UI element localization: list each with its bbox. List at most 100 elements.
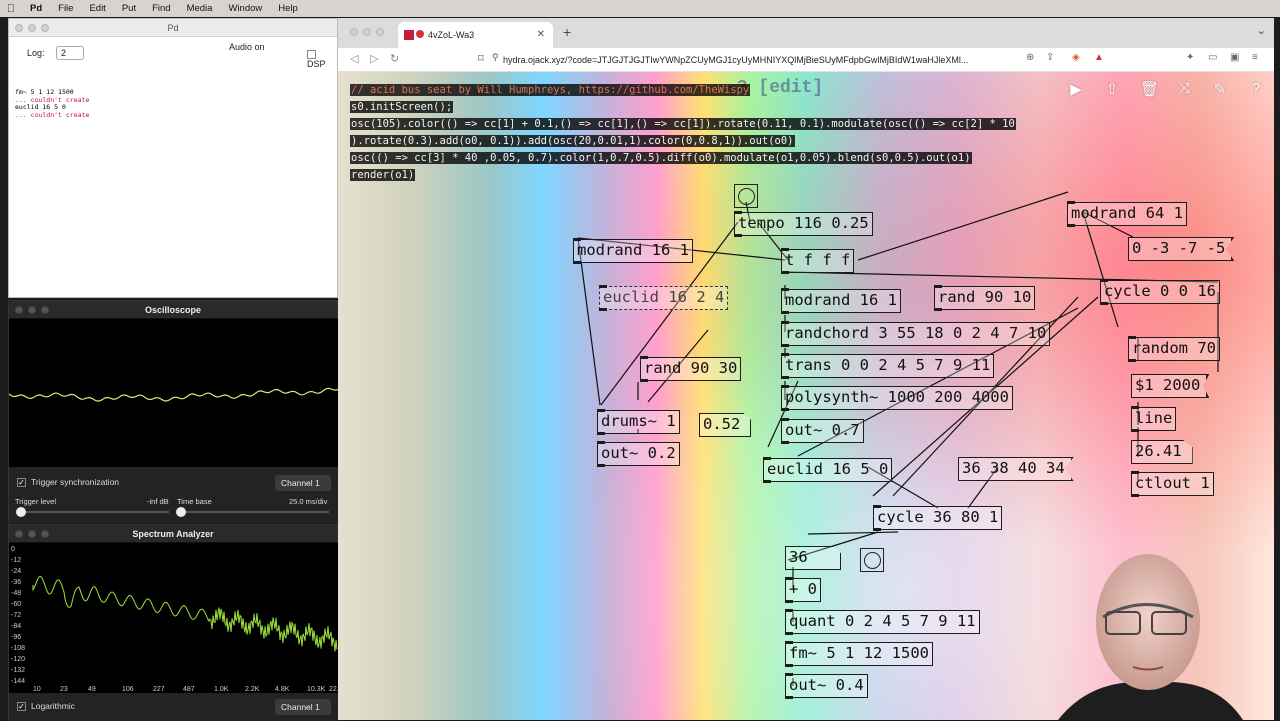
pd-object-randchord[interactable]: randchord 3 55 18 0 2 4 7 10 (781, 321, 1051, 347)
oscilloscope-titlebar: Oscilloscope (9, 301, 337, 319)
spectrum-y-tick: -120 (11, 656, 25, 663)
pd-object-out-07[interactable]: out~ 0.7 (781, 418, 864, 444)
browser-window: 4vZoL-Wa3 ✕ + ⌄ ◁ ▷ ↻ ⌑ ⚲ hydra.ojack.xy… (338, 18, 1274, 720)
pd-object-cycle-36[interactable]: cycle 36 80 1 (873, 505, 1003, 531)
trigger-level-slider[interactable] (19, 511, 169, 513)
bookmark-icon[interactable]: ⌑ (478, 52, 484, 65)
address-bar[interactable]: hydra.ojack.xyz/?code=JTJGJTJGJTIwYWNpZC… (503, 52, 1028, 68)
menu-help[interactable]: Help (270, 3, 306, 14)
dsp-checkbox[interactable]: ✓ (307, 50, 316, 59)
reload-icon[interactable]: ↻ (390, 52, 399, 65)
dsp-toggle[interactable]: ✓ DSP (307, 49, 337, 69)
bang-button[interactable] (734, 184, 758, 208)
menu-find[interactable]: Find (144, 3, 178, 14)
pd-object-trans[interactable]: trans 0 0 2 4 5 7 9 11 (781, 353, 995, 379)
window-controls[interactable] (350, 28, 384, 36)
pd-window-title: Pd (167, 23, 179, 33)
tab-list-chevron-icon[interactable]: ⌄ (1257, 24, 1266, 37)
pd-message-notes[interactable]: 36 38 40 34 (958, 457, 1074, 481)
trigger-level-value: -inf dB (147, 497, 169, 506)
pd-object-euclid-16-5-0[interactable]: euclid 16 5 0 (763, 457, 893, 483)
spectrum-channel-select[interactable]: Channel 1 (275, 699, 331, 715)
window-controls[interactable] (15, 530, 49, 538)
pd-object-line[interactable]: line (1131, 406, 1177, 432)
pd-controls: Log: 2 Audio on ✓ DSP (9, 37, 337, 75)
pd-object-modrand-64[interactable]: modrand 64 1 (1067, 201, 1187, 227)
pd-message-chord[interactable]: 0 -3 -7 -5 (1128, 237, 1235, 261)
pd-object-modrand-16[interactable]: modrand 16 1 (573, 238, 693, 264)
menu-window[interactable]: Window (220, 3, 270, 14)
sidebar-icon[interactable]: ▭ (1208, 52, 1217, 63)
pd-object-polysynth[interactable]: polysynth~ 1000 200 4000 (781, 385, 1013, 411)
logarithmic-label: Logarithmic (31, 701, 75, 711)
pd-object-rand-90-10[interactable]: rand 90 10 (934, 285, 1036, 311)
pd-message-ramp[interactable]: $1 2000 (1131, 374, 1210, 398)
pd-object-rand-90-30[interactable]: rand 90 30 (640, 356, 742, 382)
spectrum-controls: ✓ Logarithmic Channel 1 (9, 693, 339, 721)
zoom-icon[interactable]: ⊕ (1026, 52, 1034, 63)
bang-button-2[interactable] (860, 548, 884, 572)
pd-object-random-70[interactable]: random 70 (1128, 336, 1220, 362)
site-info-icon[interactable]: ⚲ (492, 52, 499, 63)
close-tab-icon[interactable]: ✕ (537, 22, 545, 48)
menu-media[interactable]: Media (179, 3, 221, 14)
pd-object-cycle-0-0-16[interactable]: cycle 0 0 16 (1100, 279, 1220, 305)
spectrum-y-tick: -48 (11, 590, 21, 597)
webcam-person-image (1058, 554, 1243, 720)
hydra-canvas[interactable]: -3 [edit] ▶ ⇧ 🗑 ⤨ ✎ ? // acid bus seat b… (338, 72, 1274, 720)
spectrum-y-tick: -72 (11, 612, 21, 619)
pd-object-ctlout[interactable]: ctlout 1 (1131, 471, 1214, 497)
share-icon[interactable]: ⇪ (1046, 52, 1054, 63)
scope-channel-select[interactable]: Channel 1 (275, 475, 331, 491)
wallet-icon[interactable]: ▣ (1230, 52, 1239, 63)
time-base-knob[interactable] (176, 507, 186, 517)
back-icon[interactable]: ◁ (350, 52, 358, 65)
pd-object-modrand-16-b[interactable]: modrand 16 1 (781, 288, 901, 314)
brave-shield-icon[interactable]: ◈ (1072, 52, 1080, 63)
navigation-bar: ◁ ▷ ↻ ⌑ ⚲ hydra.ojack.xyz/?code=JTJGJTJG… (338, 48, 1274, 72)
pd-object-out-02[interactable]: out~ 0.2 (597, 441, 680, 467)
pd-number-36[interactable]: 36 (785, 546, 841, 570)
browser-tab[interactable]: 4vZoL-Wa3 ✕ (398, 22, 553, 48)
log-label: Log: (27, 48, 45, 58)
pd-object-tempo[interactable]: tempo 116 0.25 (734, 211, 873, 237)
spectrum-titlebar: Spectrum Analyzer (9, 525, 337, 543)
spectrum-y-tick: -24 (11, 568, 21, 575)
forward-icon[interactable]: ▷ (370, 52, 378, 65)
menu-edit[interactable]: Edit (81, 3, 113, 14)
trigger-level-knob[interactable] (16, 507, 26, 517)
new-tab-button[interactable]: + (563, 24, 571, 40)
window-controls[interactable] (15, 24, 49, 32)
time-base-slider[interactable] (179, 511, 329, 513)
pd-number-2641[interactable]: 26.41 (1131, 440, 1193, 464)
pd-object-plus[interactable]: + 0 (785, 577, 821, 603)
brave-rewards-icon[interactable]: ▲ (1094, 52, 1104, 63)
spectrum-svg: 0 -12 -24 -36 -48 -60 -72 -84 -96 -108 -120 -132 -14… (11, 546, 348, 693)
menu-put[interactable]: Put (114, 3, 144, 14)
trigger-sync-checkbox[interactable]: ✓ (17, 477, 26, 487)
pd-object-quant[interactable]: quant 0 2 4 5 7 9 11 (785, 609, 980, 635)
spectrum-trace (32, 575, 338, 652)
window-controls[interactable] (15, 306, 49, 314)
pd-object-euclid-broken[interactable]: euclid 16 2 4 (599, 285, 729, 311)
menu-app[interactable]: Pd (22, 3, 50, 14)
oscilloscope-window: Oscilloscope ✓ Trigger synchronization C… (8, 300, 340, 523)
dsp-label: DSP (307, 59, 326, 69)
menu-icon[interactable]: ≡ (1252, 52, 1258, 63)
pd-object-fm[interactable]: fm~ 5 1 12 1500 (785, 641, 933, 667)
pd-object-trigger[interactable]: t f f f (781, 248, 855, 274)
logarithmic-checkbox[interactable]: ✓ (17, 701, 26, 711)
spectrum-x-tick: 49 (88, 686, 96, 693)
menu-file[interactable]: File (50, 3, 81, 14)
extensions-icon[interactable]: ✦ (1186, 52, 1194, 63)
spectrum-x-tick: 23 (60, 686, 68, 693)
spectrum-y-tick: -60 (11, 601, 21, 608)
spectrum-y-tick: -36 (11, 579, 21, 586)
pd-object-drums[interactable]: drums~ 1 (597, 409, 680, 435)
spectrum-y-tick: -96 (11, 634, 21, 641)
apple-icon[interactable]:  (0, 3, 22, 15)
pd-object-out-04[interactable]: out~ 0.4 (785, 673, 868, 699)
spectrum-x-tick: 487 (183, 686, 195, 693)
log-level-select[interactable]: 2 (56, 46, 84, 60)
pd-number-052[interactable]: 0.52 (699, 413, 752, 437)
